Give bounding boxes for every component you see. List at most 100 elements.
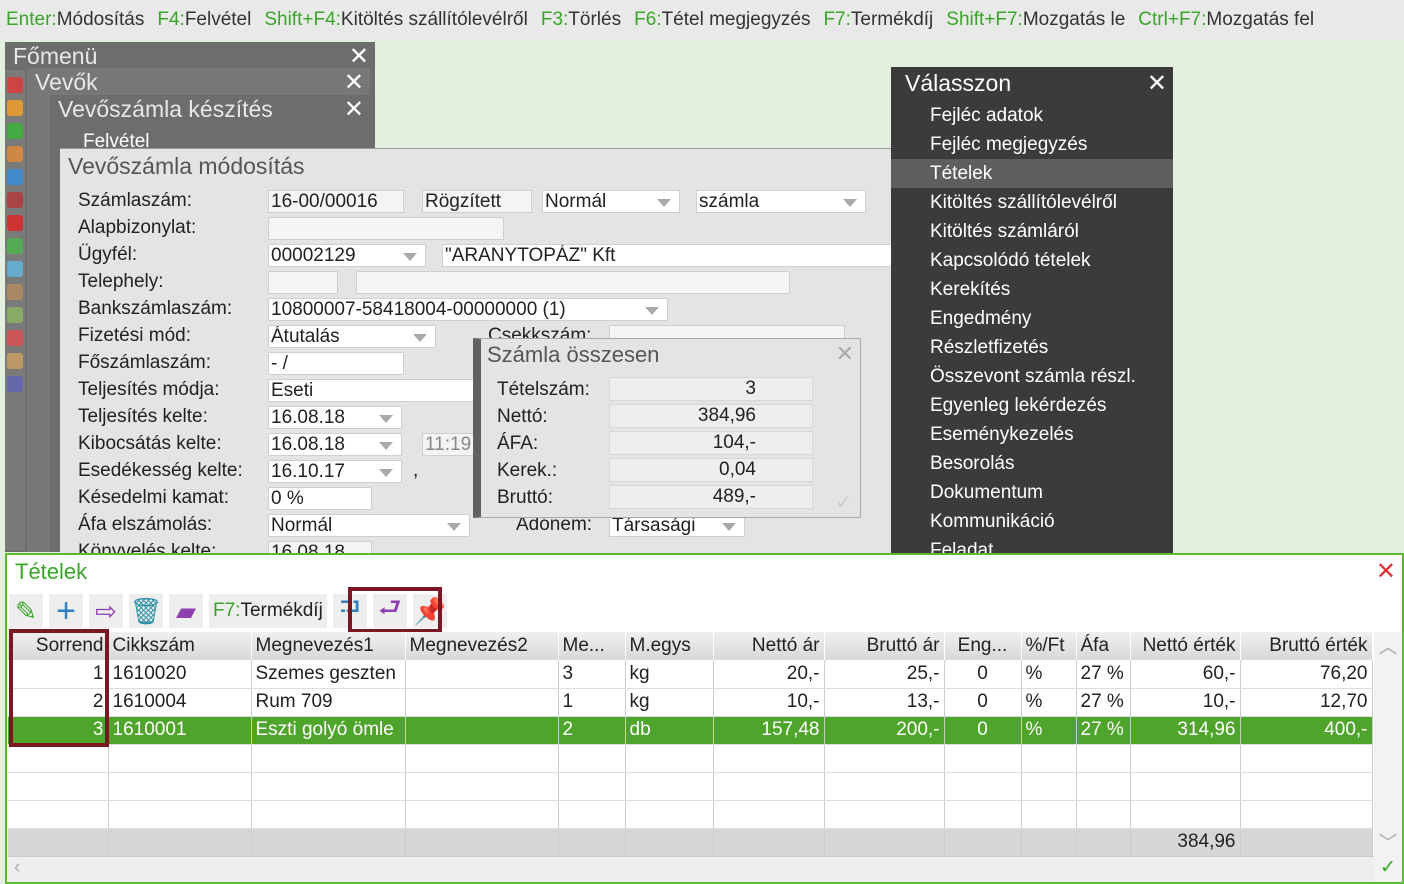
column-header[interactable]: Áfa [1076, 632, 1131, 660]
table-cell[interactable]: 60,- [1130, 660, 1241, 689]
table-row[interactable]: 3 1610001 Eszti golyó ömle 2 db 157,48 200,- 0%… [8, 716, 1373, 745]
column-header[interactable]: Me... [558, 632, 626, 660]
menu-item[interactable]: Egyenleg lekérdezés [891, 391, 1173, 420]
table-cell[interactable]: kg [625, 688, 714, 717]
menu-item[interactable]: Összevont számla részl. [891, 362, 1173, 391]
hotkey-item[interactable]: Shift+F4:Kitöltés szállítólevélről [264, 9, 528, 31]
column-header[interactable]: Nettó ár [713, 632, 825, 660]
table-cell[interactable]: 13,- [824, 688, 945, 717]
table-cell[interactable]: 0 [944, 716, 1022, 745]
table-cell[interactable]: Eszti golyó ömle [251, 716, 406, 745]
fill-from-delivery-icon[interactable]: ⇨ [89, 594, 123, 628]
menu-icon[interactable] [7, 376, 23, 392]
close-icon[interactable]: ✕ [1147, 69, 1167, 98]
menu-item[interactable]: Fejléc adatok [891, 101, 1173, 130]
table-cell[interactable]: 27 % [1076, 716, 1131, 745]
menu-icon[interactable] [7, 77, 23, 93]
table-cell[interactable]: Szemes geszten [251, 660, 406, 689]
afa-elsz-select[interactable]: Normál [268, 514, 470, 537]
column-header[interactable]: Bruttó ár [824, 632, 945, 660]
product-fee-button[interactable]: F7:Termékdíj [209, 594, 327, 628]
hotkey-item[interactable]: F6:Tétel megjegyzés [634, 9, 810, 31]
esed-kelte-select[interactable]: 16.10.17 [268, 460, 402, 483]
table-cell[interactable]: Rum 709 [251, 688, 406, 717]
table-cell[interactable]: 20,- [713, 660, 825, 689]
menu-icon[interactable] [7, 353, 23, 369]
scroll-up-icon[interactable]: ︿ [1374, 632, 1402, 659]
menu-icon[interactable] [7, 330, 23, 346]
kib-kelte-select[interactable]: 16.08.18 [268, 433, 402, 456]
column-header[interactable]: Megnevezés2 [405, 632, 559, 660]
table-cell[interactable]: 10,- [1130, 688, 1241, 717]
table-cell[interactable] [405, 660, 559, 689]
type-select[interactable]: Normál [542, 190, 680, 213]
menu-icon[interactable] [7, 261, 23, 277]
scroll-down-icon[interactable]: ﹀ [1374, 828, 1402, 855]
menu-icon[interactable] [7, 169, 23, 185]
menu-item[interactable]: Részletfizetés [891, 333, 1173, 362]
table-cell[interactable]: 157,48 [713, 716, 825, 745]
menu-icon[interactable] [7, 215, 23, 231]
table-row[interactable]: 1 1610020 Szemes geszten 3 kg 20,- 25,- 0% 27 % 6… [8, 660, 1373, 689]
table-cell[interactable]: 314,96 [1130, 716, 1241, 745]
table-cell[interactable]: 0 [944, 660, 1022, 689]
edit-icon[interactable]: ✎ [9, 594, 43, 628]
menu-item[interactable]: Eseménykezelés [891, 420, 1173, 449]
fizmod-select[interactable]: Átutalás [268, 325, 436, 348]
foszamla-field[interactable]: - / [268, 352, 404, 375]
ugyfel-code-select[interactable]: 00002129 [268, 244, 426, 267]
menu-item[interactable]: Besorolás [891, 449, 1173, 478]
table-cell[interactable]: 76,20 [1240, 660, 1373, 689]
menu-item[interactable]: Kitöltés szállítólevélről [891, 188, 1173, 217]
ugyfel-name-field[interactable]: "ARANYTOPÁZ" Kft [442, 244, 892, 267]
telj-kelte-select[interactable]: 16.08.18 [268, 406, 402, 429]
table-cell[interactable] [405, 688, 559, 717]
vertical-scrollbar[interactable]: ︿ ﹀ ✓ [1374, 632, 1402, 882]
hotkey-item[interactable]: Enter:Módosítás [6, 9, 144, 31]
menu-item[interactable]: Fejléc megjegyzés [891, 130, 1173, 159]
table-cell[interactable]: 10,- [713, 688, 825, 717]
column-header[interactable]: Bruttó érték [1240, 632, 1373, 660]
bankszamla-select[interactable]: 10800007-58418004-00000000 (1) [268, 298, 668, 321]
close-icon[interactable]: ✕ [344, 68, 364, 97]
table-cell[interactable]: 1610020 [108, 660, 252, 689]
menu-icon[interactable] [7, 307, 23, 323]
alapbizonylat-field[interactable] [268, 217, 504, 240]
close-icon[interactable]: ✕ [349, 42, 369, 71]
menu-icon[interactable] [7, 146, 23, 162]
menu-item[interactable]: Kerekítés [891, 275, 1173, 304]
menu-item[interactable]: Tételek [891, 159, 1173, 188]
column-header[interactable]: Eng... [944, 632, 1022, 660]
table-cell[interactable]: 1 [558, 688, 626, 717]
table-cell[interactable]: 2 [558, 716, 626, 745]
telj-mod-field[interactable]: Eseti [268, 379, 478, 402]
column-header[interactable]: M.egys [625, 632, 714, 660]
szamlaszam-field[interactable]: 16-00/00016 [268, 190, 404, 213]
menu-icon[interactable] [7, 192, 23, 208]
table-cell[interactable]: % [1021, 716, 1077, 745]
table-cell[interactable] [405, 716, 559, 745]
table-cell[interactable]: kg [625, 660, 714, 689]
comment-icon[interactable]: ▰ [169, 594, 203, 628]
table-cell[interactable]: 27 % [1076, 688, 1131, 717]
telephely-code-field[interactable] [268, 271, 338, 294]
hotkey-item[interactable]: F4:Felvétel [157, 9, 251, 31]
table-cell[interactable]: 200,- [824, 716, 945, 745]
close-icon[interactable]: ✕ [344, 95, 364, 124]
close-icon[interactable]: ✕ [1376, 557, 1396, 586]
table-cell[interactable]: % [1021, 688, 1077, 717]
horizontal-scrollbar[interactable]: ‹ [8, 856, 1374, 882]
menu-item[interactable]: Engedmény [891, 304, 1173, 333]
table-cell[interactable]: 12,70 [1240, 688, 1373, 717]
menu-item[interactable]: Dokumentum [891, 478, 1173, 507]
scroll-left-icon[interactable]: ‹ [14, 857, 20, 878]
column-header[interactable]: Megnevezés1 [251, 632, 406, 660]
kamat-field[interactable]: 0 % [268, 487, 372, 510]
hotkey-item[interactable]: Shift+F7:Mozgatás le [946, 9, 1125, 31]
table-cell[interactable]: db [625, 716, 714, 745]
menu-icon[interactable] [7, 284, 23, 300]
menu-icon[interactable] [7, 123, 23, 139]
table-cell[interactable]: 25,- [824, 660, 945, 689]
column-header[interactable]: Cikkszám [108, 632, 252, 660]
column-header[interactable]: Nettó érték [1130, 632, 1241, 660]
